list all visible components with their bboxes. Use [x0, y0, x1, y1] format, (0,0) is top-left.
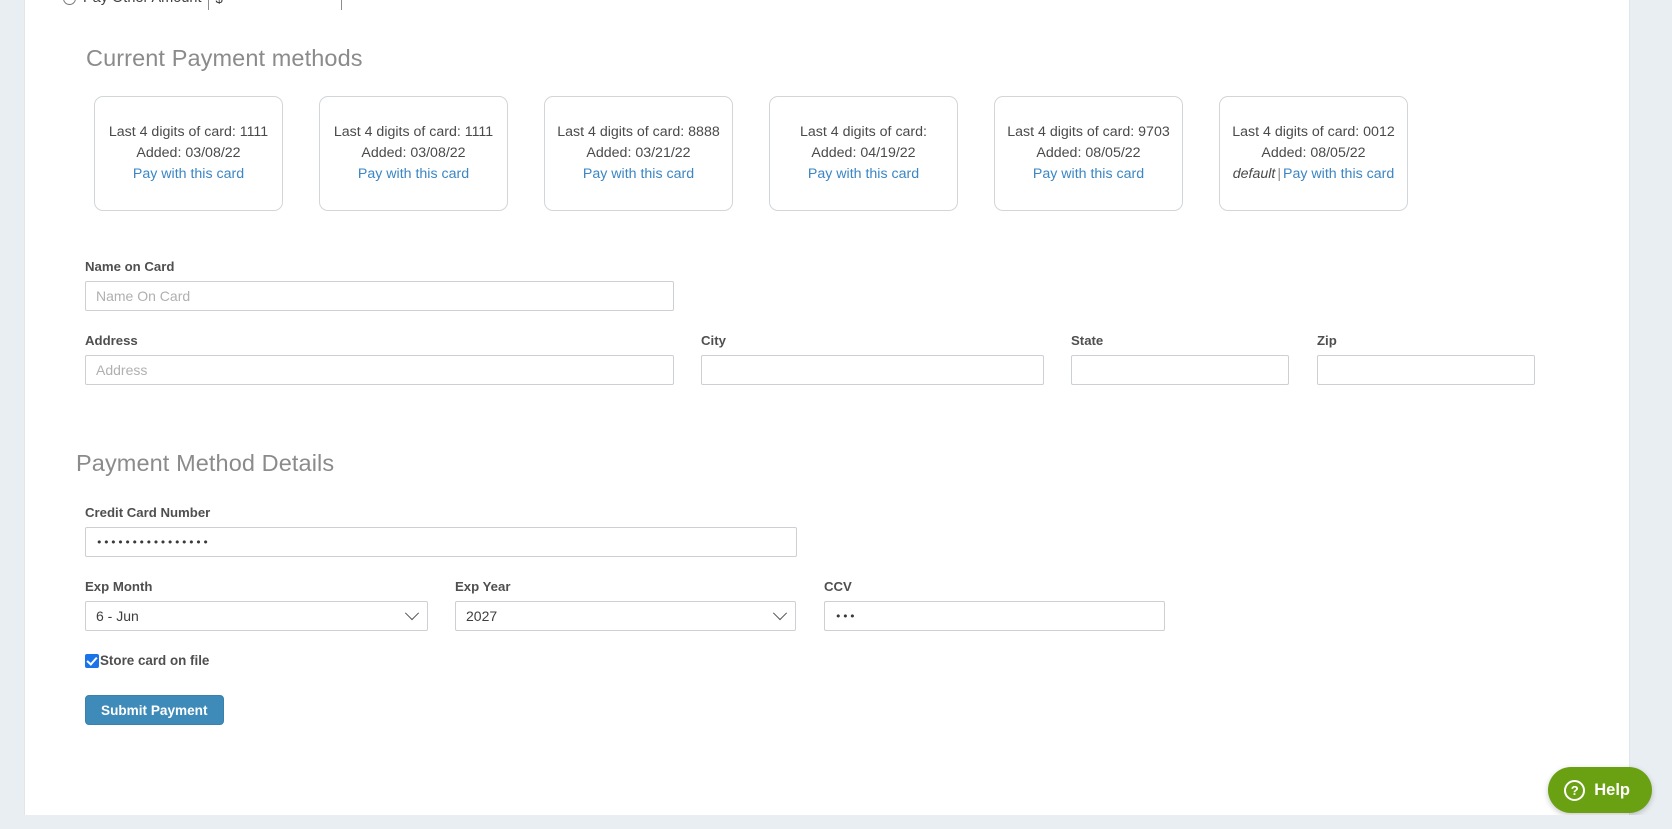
payment-method-card[interactable]: Last 4 digits of card: Added: 04/19/22 P…: [769, 96, 958, 211]
card-added-date: Added: 04/19/22: [811, 145, 916, 161]
exp-month-select[interactable]: 6 - Jun: [85, 601, 428, 631]
chevron-down-icon: [404, 606, 420, 621]
exp-year-label: Exp Year: [455, 579, 511, 594]
city-input[interactable]: [701, 355, 1044, 385]
name-on-card-label: Name on Card: [85, 259, 175, 274]
address-label: Address: [85, 333, 138, 348]
card-added-date: Added: 08/05/22: [1036, 145, 1141, 161]
exp-month-value: 6 - Jun: [96, 608, 139, 624]
payment-method-card[interactable]: Last 4 digits of card: 1111 Added: 03/08…: [319, 96, 508, 211]
zip-label: Zip: [1317, 333, 1337, 348]
zip-input[interactable]: [1317, 355, 1535, 385]
card-added-date: Added: 08/05/22: [1261, 145, 1366, 161]
exp-year-select[interactable]: 2027: [455, 601, 796, 631]
payment-method-card[interactable]: Last 4 digits of card: 8888 Added: 03/21…: [544, 96, 733, 211]
pay-with-this-card-link[interactable]: Pay with this card: [583, 164, 694, 185]
card-last4: Last 4 digits of card: 1111: [333, 124, 494, 140]
payment-method-card[interactable]: Last 4 digits of card: 1111 Added: 03/08…: [94, 96, 283, 211]
pay-with-this-card-link[interactable]: Pay with this card: [1033, 164, 1144, 185]
card-last4: Last 4 digits of card: 9703: [1007, 124, 1170, 140]
pay-with-this-card-link[interactable]: Pay with this card: [358, 164, 469, 185]
current-payment-methods-heading: Current Payment methods: [86, 45, 363, 71]
card-added-date: Added: 03/08/22: [136, 145, 241, 161]
store-card-on-file-row[interactable]: Store card on file: [85, 653, 209, 668]
state-input[interactable]: [1071, 355, 1289, 385]
card-last4: Last 4 digits of card: 0012: [1232, 124, 1395, 140]
payment-page-screenshot: Pay Other Amount Current Payment methods…: [0, 0, 1672, 829]
ccv-value: •••: [835, 610, 857, 623]
payment-method-card-default[interactable]: Last 4 digits of card: 0012 Added: 08/05…: [1219, 96, 1408, 211]
pay-other-amount-row: Pay Other Amount: [63, 0, 343, 10]
default-badge: default: [1232, 166, 1276, 182]
state-label: State: [1071, 333, 1104, 348]
ccv-input[interactable]: •••: [824, 601, 1165, 631]
pay-other-amount-radio[interactable]: [63, 0, 76, 5]
pay-with-this-card-link[interactable]: Pay with this card: [808, 164, 919, 185]
help-label: Help: [1594, 780, 1630, 799]
exp-year-value: 2027: [466, 608, 498, 624]
help-widget-button[interactable]: ? Help: [1548, 767, 1652, 813]
pay-with-this-card-link[interactable]: Pay with this card: [133, 164, 244, 185]
page-container: Pay Other Amount Current Payment methods…: [24, 0, 1630, 815]
chevron-down-icon: [772, 606, 788, 621]
store-card-checkbox[interactable]: [85, 653, 99, 668]
ccv-label: CCV: [824, 579, 852, 594]
credit-card-number-value: ••••••••••••••••: [96, 536, 210, 549]
payment-methods-list: Last 4 digits of card: 1111 Added: 03/08…: [94, 96, 1408, 211]
name-on-card-input[interactable]: [85, 281, 674, 311]
question-circle-icon: ?: [1564, 779, 1586, 801]
credit-card-number-input[interactable]: ••••••••••••••••: [85, 527, 797, 557]
card-last4: Last 4 digits of card:: [800, 124, 927, 140]
payment-method-card[interactable]: Last 4 digits of card: 9703 Added: 08/05…: [994, 96, 1183, 211]
city-label: City: [701, 333, 726, 348]
exp-month-label: Exp Month: [85, 579, 153, 594]
default-card-actions: default | Pay with this card: [1233, 164, 1394, 185]
other-amount-input[interactable]: [208, 0, 343, 10]
credit-card-number-label: Credit Card Number: [85, 505, 211, 520]
pay-other-amount-label: Pay Other Amount: [83, 0, 201, 6]
card-last4: Last 4 digits of card: 1111: [108, 124, 269, 140]
card-added-date: Added: 03/21/22: [586, 145, 691, 161]
card-added-date: Added: 03/08/22: [361, 145, 466, 161]
card-last4: Last 4 digits of card: 8888: [557, 124, 720, 140]
separator: |: [1277, 166, 1282, 182]
pay-with-this-card-link[interactable]: Pay with this card: [1283, 166, 1394, 182]
address-input[interactable]: [85, 355, 674, 385]
store-card-label: Store card on file: [100, 653, 210, 668]
payment-method-details-heading: Payment Method Details: [76, 450, 335, 476]
page-bottom-gutter: [0, 815, 1672, 829]
submit-payment-button[interactable]: Submit Payment: [85, 695, 224, 725]
